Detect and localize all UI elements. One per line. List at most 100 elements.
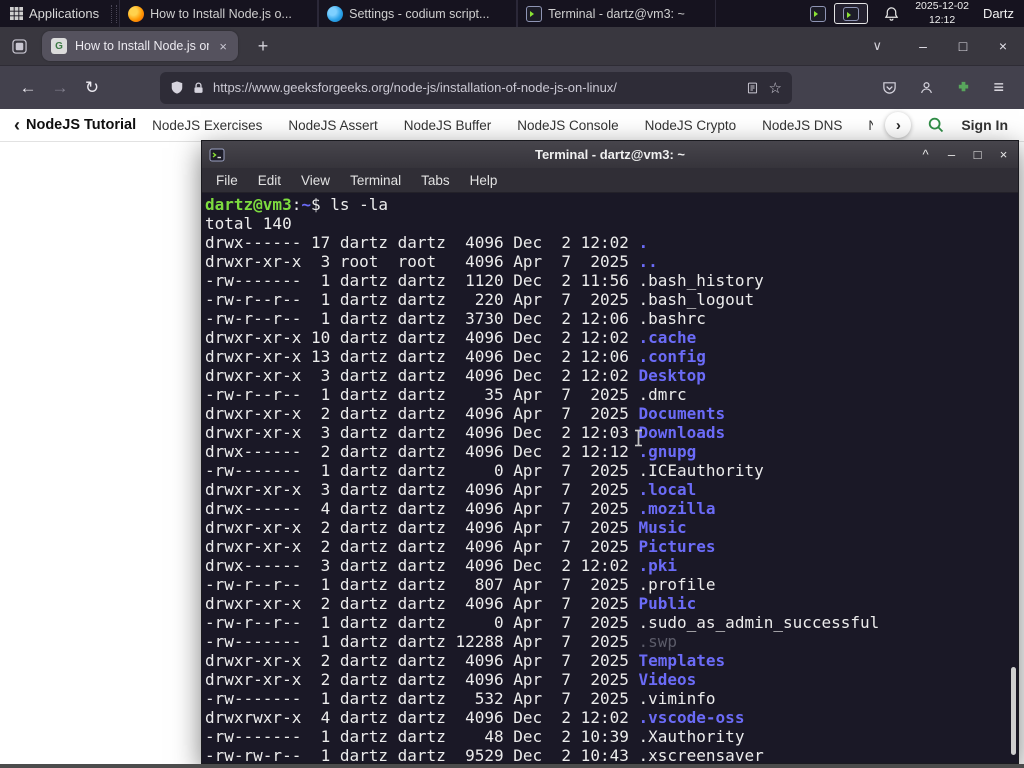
top-panel: Applications How to Install Node.js o...… xyxy=(0,0,1024,27)
extension-icon[interactable] xyxy=(956,80,971,95)
terminal-titlebar[interactable]: Terminal - dartz@vm3: ~ ^ – □ × xyxy=(202,141,1018,168)
pocket-icon[interactable] xyxy=(882,80,897,95)
terminal-scrollbar-thumb[interactable] xyxy=(1011,667,1016,755)
tray-focused-window-box[interactable] xyxy=(834,3,869,24)
forward-button[interactable]: → xyxy=(44,72,76,104)
terminal-menu-file[interactable]: File xyxy=(206,173,248,188)
lock-icon[interactable] xyxy=(192,81,205,95)
terminal-line: -rw------- 1 dartz dartz 48 Dec 2 10:39 … xyxy=(205,727,745,746)
toolbar-right-icons: ≡ xyxy=(882,77,1004,98)
terminal-line: drwxr-xr-x 10 dartz dartz 4096 Dec 2 12:… xyxy=(205,328,697,347)
firefox-icon xyxy=(128,5,145,22)
terminal-menu-terminal[interactable]: Terminal xyxy=(340,173,411,188)
terminal-line: -rw------- 1 dartz dartz 1120 Dec 2 11:5… xyxy=(205,271,764,290)
browser-window-controls: – □ × xyxy=(916,38,1010,54)
terminal-line: -rw-r--r-- 1 dartz dartz 220 Apr 7 2025 … xyxy=(205,290,755,309)
browser-tab-bar: G How to Install Node.js on × + ∨ – □ × xyxy=(0,27,1024,65)
terminal-line: drwxr-xr-x 2 dartz dartz 4096 Apr 7 2025… xyxy=(205,518,687,537)
url-text[interactable]: https://www.geeksforgeeks.org/node-js/in… xyxy=(213,80,738,95)
account-icon[interactable] xyxy=(919,80,934,95)
tracking-shield-icon[interactable] xyxy=(170,80,184,95)
list-all-tabs-icon[interactable]: ∨ xyxy=(872,38,882,54)
browser-close-button[interactable]: × xyxy=(996,38,1010,54)
gfg-nav-title[interactable]: NodeJS Tutorial xyxy=(26,117,136,133)
terminal-line: drwxrwxr-x 4 dartz dartz 4096 Dec 2 12:0… xyxy=(205,708,745,727)
desktop-bottom-strip xyxy=(0,764,1024,768)
terminal-close-button[interactable]: × xyxy=(995,147,1012,162)
terminal-line: drwxr-xr-x 3 root root 4096 Apr 7 2025 .… xyxy=(205,252,658,271)
terminal-icon xyxy=(526,5,543,22)
bookmark-star-icon[interactable]: ☆ xyxy=(769,79,782,97)
terminal-minimize-button[interactable]: – xyxy=(943,147,960,162)
terminal-menu-edit[interactable]: Edit xyxy=(248,173,291,188)
terminal-shade-button[interactable]: ^ xyxy=(917,147,934,162)
taskbar-window-title: Terminal - dartz@vm3: ~ xyxy=(548,6,685,21)
terminal-maximize-button[interactable]: □ xyxy=(969,147,986,162)
site-nav-item[interactable]: Node... xyxy=(868,118,873,133)
terminal-line: -rw-r--r-- 1 dartz dartz 0 Apr 7 2025 .s… xyxy=(205,613,880,632)
site-nav-item[interactable]: NodeJS Assert xyxy=(288,118,377,133)
search-icon[interactable] xyxy=(927,116,945,134)
gfg-nav-right: › Sign In xyxy=(881,112,1010,138)
tab-close-icon[interactable]: × xyxy=(217,39,229,54)
terminal-line: -rw------- 1 dartz dartz 532 Apr 7 2025 … xyxy=(205,689,716,708)
subnav-scroll-left-icon[interactable]: ‹ xyxy=(14,116,20,134)
url-bar[interactable]: https://www.geeksforgeeks.org/node-js/in… xyxy=(160,71,792,104)
terminal-line: drwxr-xr-x 13 dartz dartz 4096 Dec 2 12:… xyxy=(205,347,706,366)
urlbar-right-icons: ☆ xyxy=(746,79,782,97)
taskbar-window-title: Settings - codium script... xyxy=(349,6,490,21)
terminal-window-controls: ^ – □ × xyxy=(917,147,1012,162)
terminal-line: -rw-r--r-- 1 dartz dartz 3730 Dec 2 12:0… xyxy=(205,309,706,328)
terminal-menu-help[interactable]: Help xyxy=(460,173,508,188)
subnav-scroll-right-button[interactable]: › xyxy=(885,112,912,138)
terminal-line: -rw------- 1 dartz dartz 0 Apr 7 2025 .I… xyxy=(205,461,764,480)
tray-terminal-icon-2 xyxy=(843,6,860,21)
terminal-line: -rw-rw-r-- 1 dartz dartz 9529 Dec 2 10:4… xyxy=(205,746,764,763)
panel-clock[interactable]: 2025-12-02 12:12 xyxy=(915,0,969,26)
codium-icon xyxy=(327,5,344,22)
terminal-menu-view[interactable]: View xyxy=(291,173,340,188)
reload-button[interactable]: ↻ xyxy=(76,72,108,104)
taskbar-window-button[interactable]: Terminal - dartz@vm3: ~ xyxy=(517,0,717,27)
taskbar-window-button[interactable]: Settings - codium script... xyxy=(318,0,518,27)
taskbar-window-list: How to Install Node.js o... Settings - co… xyxy=(119,0,717,27)
terminal-line: drwx------ 2 dartz dartz 4096 Dec 2 12:1… xyxy=(205,442,697,461)
mouse-cursor xyxy=(633,429,644,452)
new-tab-button[interactable]: + xyxy=(250,36,276,57)
browser-tab[interactable]: G How to Install Node.js on × xyxy=(42,31,238,61)
gfg-subnav: ‹ NodeJS Tutorial NodeJS Exercises NodeJS… xyxy=(0,109,1024,142)
site-nav-item[interactable]: NodeJS Console xyxy=(517,118,618,133)
terminal-line: drwx------ 3 dartz dartz 4096 Dec 2 12:0… xyxy=(205,556,678,575)
terminal-line: drwxr-xr-x 3 dartz dartz 4096 Apr 7 2025… xyxy=(205,480,697,499)
reader-mode-icon[interactable] xyxy=(746,81,759,95)
browser-minimize-button[interactable]: – xyxy=(916,38,930,54)
browser-maximize-button[interactable]: □ xyxy=(956,38,970,54)
screen: Applications How to Install Node.js o...… xyxy=(0,0,1024,768)
sign-in-button[interactable]: Sign In xyxy=(961,117,1008,133)
terminal-line: drwxr-xr-x 2 dartz dartz 4096 Apr 7 2025… xyxy=(205,670,697,689)
applications-menu-button[interactable]: Applications xyxy=(0,0,109,27)
hamburger-menu-icon[interactable]: ≡ xyxy=(993,77,1004,98)
site-nav-item[interactable]: NodeJS DNS xyxy=(762,118,842,133)
site-nav-item[interactable]: NodeJS Buffer xyxy=(404,118,492,133)
terminal-line: drwxr-xr-x 3 dartz dartz 4096 Dec 2 12:0… xyxy=(205,423,726,442)
terminal-line: drwxr-xr-x 2 dartz dartz 4096 Apr 7 2025… xyxy=(205,651,726,670)
tab-title: How to Install Node.js on xyxy=(75,39,210,53)
terminal-line: drwx------ 4 dartz dartz 4096 Apr 7 2025… xyxy=(205,499,716,518)
terminal-line: drwx------ 17 dartz dartz 4096 Dec 2 12:… xyxy=(205,233,649,252)
firefox-view-icon[interactable] xyxy=(10,37,28,55)
back-button[interactable]: ← xyxy=(12,72,44,104)
site-nav-item[interactable]: NodeJS Exercises xyxy=(152,118,262,133)
tray-terminal-icon[interactable] xyxy=(810,5,827,22)
terminal-menu-tabs[interactable]: Tabs xyxy=(411,173,460,188)
site-nav-item[interactable]: NodeJS Crypto xyxy=(645,118,737,133)
terminal-output[interactable]: dartz@vm3:~$ ls -la total 140 drwx------ 1… xyxy=(202,193,1018,763)
taskbar-window-button[interactable]: How to Install Node.js o... xyxy=(119,0,319,27)
terminal-line: -rw-r--r-- 1 dartz dartz 35 Apr 7 2025 .… xyxy=(205,385,687,404)
notification-bell-icon[interactable] xyxy=(884,6,899,22)
panel-grip xyxy=(111,4,118,23)
terminal-line: dartz@vm3:~$ ls -la xyxy=(205,195,389,214)
gfg-nav-items: NodeJS Exercises NodeJS Assert NodeJS Buff… xyxy=(152,118,873,133)
applications-icon xyxy=(10,7,23,20)
terminal-line: drwxr-xr-x 3 dartz dartz 4096 Dec 2 12:0… xyxy=(205,366,706,385)
